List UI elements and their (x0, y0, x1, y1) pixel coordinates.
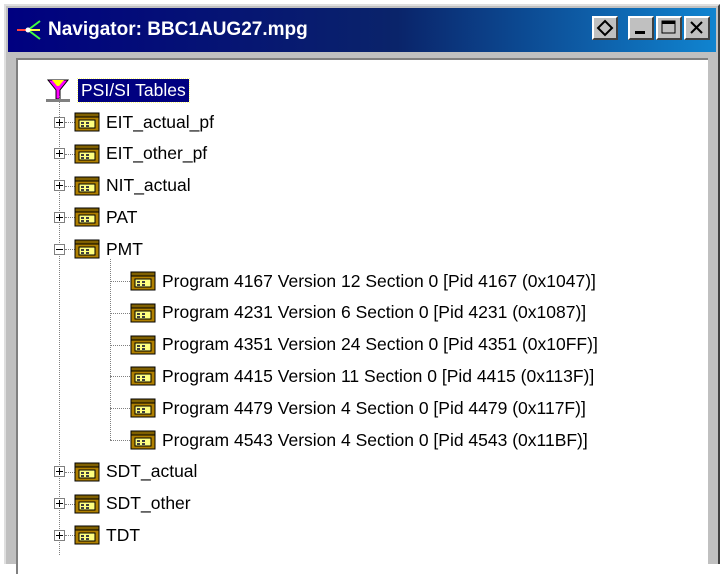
help-button[interactable] (592, 16, 618, 40)
table-folder-icon (74, 176, 100, 196)
tree-item-label: Program 4351 Version 24 Section 0 [Pid 4… (162, 334, 598, 355)
expand-icon[interactable] (54, 498, 65, 510)
tree-item-table[interactable]: PMT (74, 233, 143, 265)
table-folder-icon (130, 271, 156, 291)
tree-root[interactable]: PSI/SI Tables (46, 74, 190, 106)
tree-item-program[interactable]: Program 4415 Version 11 Section 0 [Pid 4… (130, 360, 594, 392)
tree-item-program[interactable]: Program 4351 Version 24 Section 0 [Pid 4… (130, 329, 598, 361)
tree-item-table[interactable]: NIT_actual (74, 170, 191, 202)
minimize-button[interactable] (628, 16, 654, 40)
tree-connector-line (110, 259, 111, 440)
window-title: Navigator: BBC1AUG27.mpg (48, 19, 308, 40)
tree-item-label: PAT (106, 206, 138, 227)
table-folder-icon (130, 366, 156, 386)
tree-item-table[interactable]: EIT_actual_pf (74, 106, 214, 138)
table-folder-icon (74, 207, 100, 227)
tree-item-table[interactable]: EIT_other_pf (74, 138, 207, 170)
table-folder-icon (74, 239, 100, 259)
tree-item-program[interactable]: Program 4167 Version 12 Section 0 [Pid 4… (130, 265, 596, 297)
tree-item-table[interactable]: PAT (74, 201, 137, 233)
tree-connector-line (110, 408, 130, 410)
tree-connector-line (59, 96, 60, 556)
close-button[interactable] (684, 16, 710, 40)
tree-item-table[interactable]: SDT_actual (74, 456, 197, 488)
tree-view[interactable]: PSI/SI Tables EIT_actual_pf EIT_other_pf N… (16, 58, 708, 574)
table-folder-icon (74, 462, 100, 482)
tree-item-label: EIT_other_pf (106, 143, 208, 164)
table-folder-icon (130, 398, 156, 418)
maximize-icon (661, 20, 676, 34)
expand-icon[interactable] (54, 148, 65, 160)
expand-icon[interactable] (54, 180, 65, 192)
maximize-button[interactable] (656, 16, 682, 40)
navigator-app-icon (17, 20, 41, 40)
tree-root-label: PSI/SI Tables (77, 77, 190, 103)
tree-item-table[interactable]: TDT (74, 519, 140, 551)
tree-item-label: Program 4167 Version 12 Section 0 [Pid 4… (162, 270, 596, 291)
tree-item-label: SDT_other (106, 493, 191, 514)
table-folder-icon (130, 303, 156, 323)
collapse-icon[interactable] (54, 243, 65, 255)
tree-item-label: PMT (106, 238, 143, 259)
table-folder-icon (74, 112, 100, 132)
tree-connector-line (110, 440, 130, 441)
expand-icon[interactable] (54, 529, 65, 541)
tree-item-table[interactable]: SDT_other (74, 488, 191, 520)
navigator-window: Navigator: BBC1AUG27.mpg PSI/SI Tables E… (4, 4, 720, 574)
title-bar[interactable]: Navigator: BBC1AUG27.mpg (8, 8, 716, 52)
tree-item-label: NIT_actual (106, 175, 191, 196)
table-folder-icon (74, 144, 100, 164)
filter-funnel-icon (46, 79, 70, 102)
expand-icon[interactable] (54, 116, 65, 128)
table-folder-icon (74, 494, 100, 514)
tree-item-label: Program 4231 Version 6 Section 0 [Pid 42… (162, 302, 587, 323)
tree-connector-line (110, 376, 130, 378)
tree-connector-line (110, 344, 130, 346)
tree-item-label: EIT_actual_pf (106, 111, 214, 132)
tree-item-label: TDT (106, 524, 141, 545)
diamond-icon (596, 19, 614, 37)
tree-item-program[interactable]: Program 4543 Version 4 Section 0 [Pid 45… (130, 424, 588, 456)
tree-item-label: Program 4543 Version 4 Section 0 [Pid 45… (162, 429, 588, 450)
tree-connector-line (110, 281, 130, 282)
tree-item-program[interactable]: Program 4231 Version 6 Section 0 [Pid 42… (130, 297, 586, 329)
minimize-icon (635, 31, 645, 34)
close-icon (690, 21, 703, 34)
tree-connector-line (110, 312, 130, 314)
expand-icon[interactable] (54, 466, 65, 478)
tree-item-label: SDT_actual (106, 461, 198, 482)
table-folder-icon (130, 335, 156, 355)
tree-item-program[interactable]: Program 4479 Version 4 Section 0 [Pid 44… (130, 392, 586, 424)
table-folder-icon (130, 430, 156, 450)
tree-item-label: Program 4479 Version 4 Section 0 [Pid 44… (162, 397, 586, 418)
tree-item-label: Program 4415 Version 11 Section 0 [Pid 4… (162, 365, 595, 386)
expand-icon[interactable] (54, 211, 65, 223)
table-folder-icon (74, 525, 100, 545)
